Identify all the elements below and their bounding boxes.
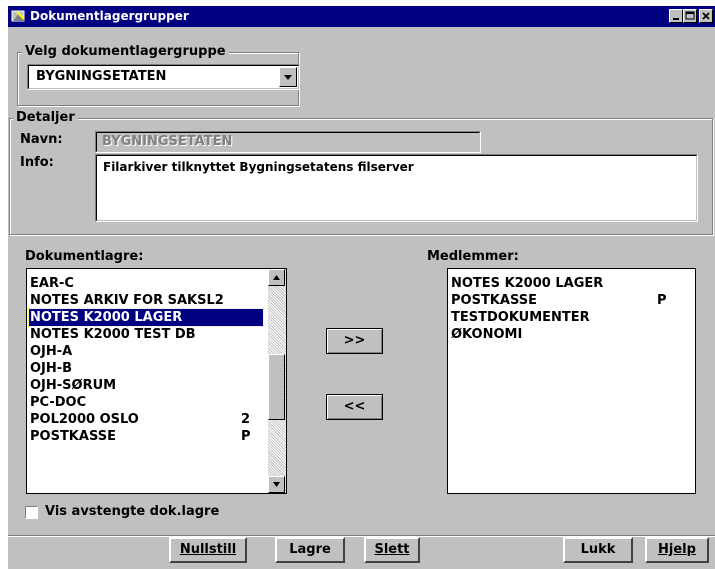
help-button[interactable]: Hjelp [645,537,709,563]
name-field[interactable]: BYGNINGSETATEN [95,131,481,153]
list-item-flag: P [657,293,667,308]
window-title: Dokumentlagergrupper [30,9,189,23]
remove-member-button[interactable]: << [326,394,383,420]
show-closed-checkbox[interactable] [25,506,38,519]
members-listbox[interactable]: NOTES K2000 LAGER POSTKASSE P TESTDOKUMENTE… [447,268,696,494]
stores-listbox[interactable]: EAR-C NOTES ARKIV FOR SAKSL2 NOTES K2000 L… [26,268,287,494]
title-bar[interactable]: Dokumentlagergrupper [8,6,715,27]
group-select-value: BYGNINGSETATEN [36,69,167,84]
list-item-flag: P [241,429,251,444]
list-item[interactable]: OJH-SØRUM [29,377,263,394]
list-item[interactable]: OJH-A [29,343,263,360]
group-select-combobox[interactable]: BYGNINGSETATEN [27,64,300,90]
members-label: Medlemmer: [427,249,519,264]
list-item-name: POSTKASSE [451,293,537,308]
scroll-down-button[interactable] [268,476,285,493]
list-item[interactable]: EAR-C [29,275,263,292]
save-button-label: Lagre [289,542,331,557]
show-closed-label: Vis avstengte dok.lagre [45,504,220,519]
list-item-name: OJH-A [30,344,73,359]
list-item[interactable]: NOTES K2000 LAGER [450,275,691,292]
info-value: Filarkiver tilknyttet Bygningsetatens fi… [103,160,414,174]
dialog-window: Dokumentlagergrupper Velg dokumentlagerg… [8,6,715,569]
save-button[interactable]: Lagre [275,537,345,563]
dropdown-arrow-button[interactable] [279,67,297,87]
close-button-label: Lukk [580,542,616,557]
info-textarea[interactable]: Filarkiver tilknyttet Bygningsetatens fi… [95,154,698,222]
list-item[interactable]: TESTDOKUMENTER [450,309,691,326]
add-member-button[interactable]: >> [326,328,383,354]
stores-label: Dokumentlagre: [25,249,144,264]
list-item-name: OJH-B [30,361,73,376]
chevron-down-icon [273,482,280,487]
close-window-button[interactable] [699,9,713,23]
info-label: Info: [20,155,54,170]
help-button-label: Hjelp [658,542,696,557]
details-legend: Detaljer [13,110,78,125]
maximize-button[interactable] [683,9,697,23]
reset-button-label: Nullstill [179,542,237,557]
list-item-name: EAR-C [30,276,74,291]
list-item-name: NOTES ARKIV FOR SAKSL2 [30,293,224,308]
list-item[interactable]: OJH-B [29,360,263,377]
list-item-name: NOTES K2000 LAGER [451,276,604,291]
reset-button[interactable]: Nullstill [169,537,247,563]
list-item[interactable]: POSTKASSE P [29,428,263,445]
group-select-legend: Velg dokumentlagergruppe [22,44,229,59]
stores-scrollbar[interactable] [268,269,286,493]
delete-button-label: Slett [374,542,410,557]
close-button[interactable]: Lukk [563,537,633,563]
chevron-up-icon [273,275,280,280]
list-item[interactable]: NOTES ARKIV FOR SAKSL2 [29,292,263,309]
list-item[interactable]: NOTES K2000 TEST DB [29,326,263,343]
list-item-name: OJH-SØRUM [30,378,117,393]
list-item[interactable]: PC-DOC [29,394,263,411]
list-item-name: NOTES K2000 TEST DB [30,327,196,342]
minimize-button[interactable] [669,9,683,23]
name-label: Navn: [20,132,63,147]
list-item-name: PC-DOC [30,395,87,410]
list-item-name: POL2000 OSLO [30,412,139,427]
list-item-name: TESTDOKUMENTER [451,310,590,325]
list-item-name: POSTKASSE [30,429,116,444]
list-item[interactable]: ØKONOMI [450,326,691,343]
list-item[interactable]: POL2000 OSLO 2 [29,411,263,428]
list-item[interactable]: NOTES K2000 LAGER [28,308,264,327]
name-value: BYGNINGSETATEN [102,134,233,149]
list-item-name: NOTES K2000 LAGER [30,310,183,325]
list-item-name: ØKONOMI [451,327,523,342]
list-item-flag: 2 [241,412,251,427]
chevron-down-icon [284,75,292,80]
scroll-thumb[interactable] [268,354,285,420]
scroll-up-button[interactable] [268,269,285,286]
delete-button[interactable]: Slett [364,537,420,563]
app-icon [11,9,27,24]
list-item[interactable]: POSTKASSE P [450,292,691,309]
